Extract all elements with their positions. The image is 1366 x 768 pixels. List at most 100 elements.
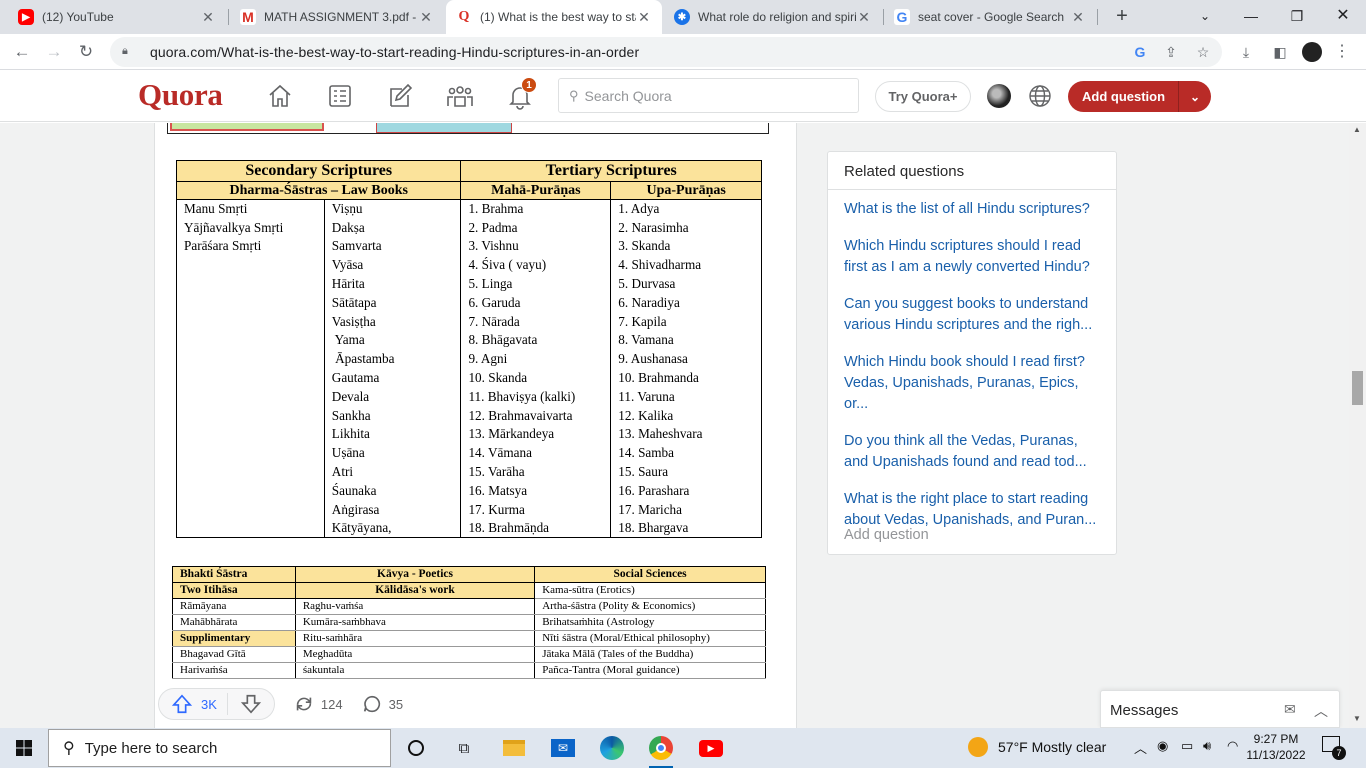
- back-arrow-icon[interactable]: ←: [10, 40, 34, 64]
- table-cell: śakuntala: [294, 662, 536, 679]
- table-cell: 8. Bhāgavata: [460, 331, 612, 350]
- weather-text: 57°F Mostly clear: [998, 739, 1107, 755]
- table-cell: Vasiṣṭha: [323, 312, 462, 332]
- tab-quora-active[interactable]: Q (1) What is the best way to start read…: [446, 0, 662, 34]
- page-scrollbar[interactable]: ▲ ▼: [1349, 123, 1366, 728]
- restore-button[interactable]: ❐: [1274, 0, 1320, 34]
- google-translate-icon[interactable]: G: [1129, 41, 1151, 63]
- clock-time: 9:27 PM: [1253, 732, 1299, 746]
- download-icon[interactable]: ⤓: [1234, 40, 1258, 64]
- show-hidden-icons-chevron-icon[interactable]: ︿: [1134, 738, 1147, 757]
- table-cell: 1. Brahma: [460, 199, 612, 219]
- spaces-icon[interactable]: [445, 81, 475, 111]
- related-question-link[interactable]: What is the list of all Hindu scriptures…: [844, 199, 1100, 220]
- downvote-button[interactable]: [228, 693, 274, 715]
- tab-search-icon[interactable]: ⌄: [1182, 0, 1228, 34]
- downvote-arrow-icon: [240, 694, 262, 714]
- table-cell: [176, 519, 325, 539]
- chrome-icon[interactable]: [647, 734, 675, 768]
- action-center-icon[interactable]: 7: [1322, 736, 1346, 760]
- scrollbar-thumb[interactable]: [1352, 371, 1363, 405]
- quora-logo[interactable]: Quora: [138, 77, 223, 113]
- bookmark-star-icon[interactable]: ☆: [1192, 41, 1214, 63]
- upvote-button[interactable]: 3K: [159, 693, 227, 715]
- tab-title: (12) YouTube: [42, 10, 114, 24]
- messages-panel[interactable]: Messages ✉ ︿: [1100, 690, 1340, 728]
- related-question-link[interactable]: Can you suggest books to understand vari…: [844, 294, 1100, 336]
- table-cell: 14. Vāmana: [460, 443, 612, 463]
- volume-icon[interactable]: 🔊︎: [1203, 738, 1211, 754]
- scroll-up-arrow-icon[interactable]: ▲: [1353, 125, 1361, 134]
- try-quora-plus-button[interactable]: Try Quora+: [875, 81, 971, 112]
- tab-religion[interactable]: ✱ What role do religion and spirituality…: [664, 0, 882, 34]
- table-cell: Atri: [323, 462, 462, 482]
- cortana-icon[interactable]: [402, 734, 430, 762]
- profile-avatar[interactable]: [1300, 40, 1324, 64]
- related-questions-title: Related questions: [828, 152, 1116, 190]
- scroll-down-arrow-icon[interactable]: ▼: [1353, 714, 1361, 723]
- chevron-down-icon[interactable]: ⌄: [1179, 90, 1211, 104]
- tab-math-assignment[interactable]: M MATH ASSIGNMENT 3.pdf - Google Docs ✕: [230, 0, 444, 34]
- onedrive-icon[interactable]: ◉: [1157, 738, 1168, 754]
- edge-browser-icon[interactable]: [598, 734, 626, 762]
- tab-google-search[interactable]: G seat cover - Google Search ✕: [884, 0, 1096, 34]
- table-cell: 7. Kapila: [610, 312, 762, 332]
- tab-youtube[interactable]: ▶ (12) YouTube ✕: [8, 0, 226, 34]
- mail-icon[interactable]: ✉: [549, 734, 577, 762]
- home-icon[interactable]: [265, 81, 295, 111]
- table-cell: 5. Durvasa: [610, 274, 762, 294]
- table-cell: 16. Parashara: [610, 481, 762, 501]
- close-tab-icon[interactable]: ✕: [1070, 9, 1086, 26]
- table-cell: Aṅgirasa: [323, 500, 462, 520]
- table-cell: [176, 500, 325, 520]
- forward-arrow-icon[interactable]: →: [42, 40, 66, 64]
- comment-button[interactable]: 35: [361, 693, 403, 715]
- table-cell: Uṣāna: [323, 443, 462, 463]
- table-cell: Sātātapa: [323, 293, 462, 313]
- side-panel-icon[interactable]: ◧: [1268, 40, 1292, 64]
- close-tab-icon[interactable]: ✕: [856, 9, 872, 26]
- address-bar[interactable]: 🔒︎ quora.com/What-is-the-best-way-to-sta…: [110, 37, 1222, 67]
- table-cell: [176, 443, 325, 463]
- windows-start-button[interactable]: [0, 728, 48, 768]
- taskbar-search-input[interactable]: ⚲ Type here to search: [48, 729, 391, 767]
- file-explorer-icon[interactable]: [500, 734, 528, 762]
- youtube-icon[interactable]: ▶: [697, 734, 725, 762]
- table-cell: 8. Vamana: [610, 331, 762, 350]
- language-globe-icon[interactable]: [1028, 84, 1052, 108]
- search-input[interactable]: ⚲ Search Quora: [558, 78, 859, 113]
- related-question-link[interactable]: Which Hindu scriptures should I read fir…: [844, 236, 1100, 278]
- tab-title: MATH ASSIGNMENT 3.pdf - Google Docs: [264, 10, 418, 24]
- table-row: Aṅgirasa 17. Kurma 17. Maricha: [176, 500, 762, 520]
- share-button[interactable]: 124: [293, 693, 343, 715]
- new-tab-button[interactable]: +: [1110, 5, 1134, 29]
- system-clock[interactable]: 9:27 PM 11/13/2022: [1244, 731, 1308, 763]
- table-row: Sātātapa 6. Garuda 6. Naradiya: [176, 293, 762, 313]
- task-view-icon[interactable]: ⧉: [450, 734, 478, 762]
- add-question-link[interactable]: Add question: [844, 527, 929, 543]
- answer-pencil-icon[interactable]: [385, 81, 415, 111]
- compose-message-icon[interactable]: ✉: [1284, 701, 1296, 718]
- table-header: Secondary Scriptures: [175, 160, 462, 182]
- related-question-link[interactable]: Which Hindu book should I read first? Ve…: [844, 352, 1100, 415]
- more-menu-icon[interactable]: ⋮: [1330, 40, 1354, 64]
- add-question-button[interactable]: Add question ⌄: [1068, 81, 1211, 112]
- close-tab-icon[interactable]: ✕: [636, 9, 652, 26]
- related-question-link[interactable]: What is the right place to start reading…: [844, 489, 1100, 531]
- minimize-button[interactable]: —: [1228, 0, 1274, 34]
- table-cell: 17. Kurma: [460, 500, 612, 520]
- user-avatar[interactable]: [987, 84, 1011, 108]
- reload-icon[interactable]: ↻: [74, 40, 98, 64]
- following-icon[interactable]: [325, 81, 355, 111]
- close-window-button[interactable]: ✕: [1320, 0, 1366, 34]
- related-question-link[interactable]: Do you think all the Vedas, Puranas, and…: [844, 431, 1100, 473]
- close-tab-icon[interactable]: ✕: [200, 9, 216, 26]
- chevron-up-icon[interactable]: ︿: [1314, 701, 1328, 721]
- battery-icon[interactable]: ▭: [1181, 738, 1193, 754]
- share-icon[interactable]: ⇪: [1160, 41, 1182, 63]
- table-cell: 12. Kalika: [610, 406, 762, 426]
- weather-widget[interactable]: 57°F Mostly clear: [968, 737, 1106, 757]
- wifi-icon[interactable]: ◠: [1227, 738, 1238, 754]
- close-tab-icon[interactable]: ✕: [418, 9, 434, 26]
- table-cell: Vyāsa: [323, 255, 462, 275]
